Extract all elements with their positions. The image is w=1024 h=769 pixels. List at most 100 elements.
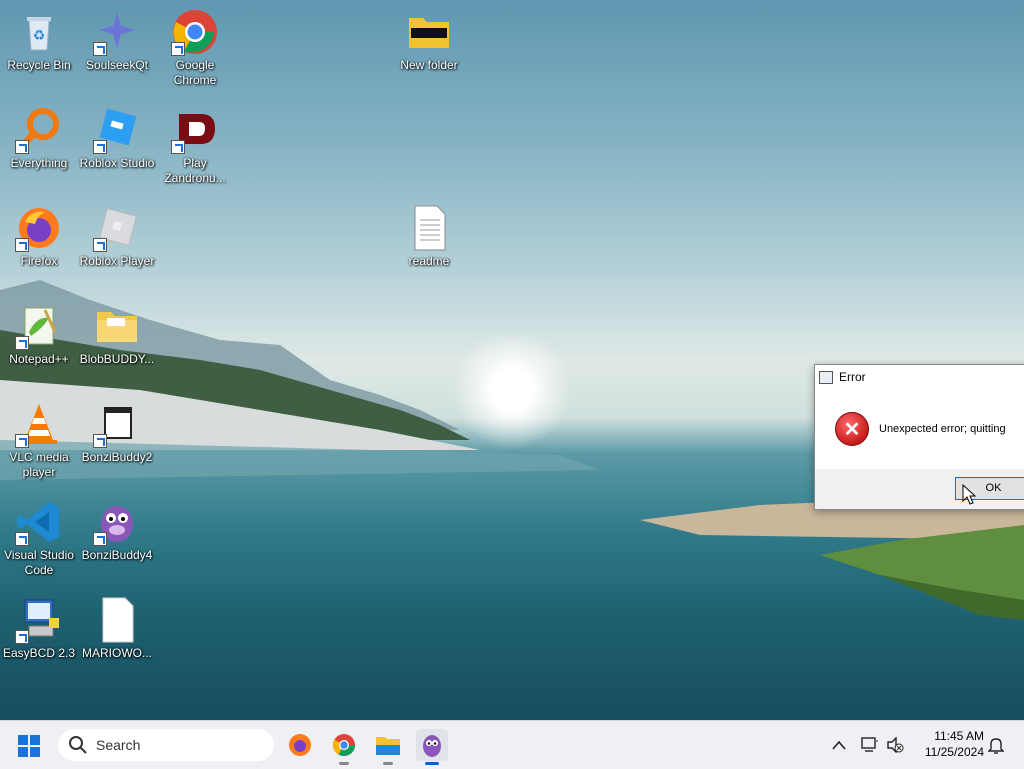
- icon-label: Firefox: [20, 254, 58, 268]
- desktop-icon-firefox[interactable]: Firefox: [0, 204, 78, 269]
- icon-label: Recycle Bin: [7, 58, 71, 72]
- bonzibuddy-icon: [423, 735, 441, 757]
- desktop-icon-roblox-studio[interactable]: Roblox Studio: [78, 106, 156, 171]
- desktop-icon-bonzibuddy4[interactable]: BonziBuddy4: [78, 498, 156, 563]
- desktop-icon-soulseekqt[interactable]: SoulseekQt: [78, 8, 156, 73]
- shortcut-arrow-icon: [93, 238, 107, 252]
- start-icon: [30, 747, 40, 757]
- everything-search-icon: [15, 106, 63, 154]
- shortcut-arrow-icon: [93, 434, 107, 448]
- firefox-icon: [15, 204, 63, 252]
- icon-label: BonziBuddy4: [81, 548, 153, 562]
- error-icon: ✕: [835, 412, 869, 446]
- icon-label: BlobBUDDY...: [79, 352, 155, 366]
- window-app-icon: [93, 400, 141, 448]
- desktop: ♻ Recycle Bin SoulseekQt Google Chrome N…: [0, 0, 1024, 720]
- roblox-studio-icon: [93, 106, 141, 154]
- desktop-icon-bonzibuddy2[interactable]: BonziBuddy2: [78, 400, 156, 465]
- chrome-icon: [333, 734, 355, 756]
- notification-bell-icon[interactable]: [988, 736, 1004, 754]
- sun-glow: [452, 330, 572, 450]
- shortcut-arrow-icon: [93, 140, 107, 154]
- notepadpp-icon: [15, 302, 63, 350]
- error-dialog: Error ✕ Unexpected error; quitting OK: [814, 364, 1024, 510]
- dialog-message: Unexpected error; quitting: [879, 423, 1006, 435]
- shortcut-arrow-icon: [15, 140, 29, 154]
- firefox-icon: [289, 734, 311, 756]
- desktop-icon-easybcd[interactable]: EasyBCD 2.3: [0, 596, 78, 661]
- running-indicator: [339, 762, 349, 765]
- icon-label: SoulseekQt: [85, 58, 149, 72]
- folder-icon: [93, 302, 141, 350]
- start-button[interactable]: [18, 735, 42, 759]
- shortcut-arrow-icon: [171, 42, 185, 56]
- window-icon: [819, 370, 833, 384]
- taskbar-app-chrome[interactable]: [328, 729, 360, 765]
- chrome-icon: [171, 8, 219, 56]
- desktop-icon-mariowo[interactable]: MARIOWO...: [78, 596, 156, 661]
- mouse-cursor-icon: [962, 484, 976, 505]
- bonzibuddy-icon: [93, 498, 141, 546]
- desktop-icon-everything[interactable]: Everything: [0, 106, 78, 171]
- search-icon: [69, 736, 87, 754]
- shortcut-arrow-icon: [15, 336, 29, 350]
- zandronum-icon: [171, 106, 219, 154]
- taskbar-app-firefox[interactable]: [284, 729, 316, 761]
- desktop-icon-new-folder[interactable]: New folder: [390, 8, 468, 73]
- desktop-icon-google-chrome[interactable]: Google Chrome: [156, 8, 234, 88]
- taskbar-app-file-explorer[interactable]: [372, 729, 404, 765]
- icon-label: Play Zandronu...: [164, 156, 226, 185]
- text-document-icon: [405, 204, 453, 252]
- shortcut-arrow-icon: [15, 630, 29, 644]
- icon-label: MARIOWO...: [82, 646, 152, 660]
- vlc-cone-icon: [15, 400, 63, 448]
- active-indicator: [425, 762, 439, 765]
- clock[interactable]: 11:45 AM 11/25/2024: [918, 729, 984, 759]
- icon-label: Roblox Studio: [79, 156, 155, 170]
- search-box[interactable]: Search: [58, 729, 274, 761]
- file-explorer-icon: [376, 737, 400, 755]
- desktop-icon-roblox-player[interactable]: Roblox Player: [78, 204, 156, 269]
- blank-file-icon: [93, 596, 141, 644]
- icon-label: Notepad++: [9, 352, 69, 366]
- easybcd-icon: [15, 596, 63, 644]
- clock-date: 11/25/2024: [924, 745, 984, 759]
- dialog-body: ✕ Unexpected error; quitting: [815, 389, 1024, 469]
- icon-label: readme: [408, 254, 450, 268]
- roblox-player-icon: [93, 204, 141, 252]
- icon-label: Roblox Player: [79, 254, 155, 268]
- desktop-icon-play-zandronum[interactable]: Play Zandronu...: [156, 106, 234, 186]
- shortcut-arrow-icon: [93, 532, 107, 546]
- chevron-up-icon[interactable]: [832, 740, 846, 750]
- taskbar-app-bonzibuddy[interactable]: [416, 729, 448, 765]
- shortcut-arrow-icon: [171, 140, 185, 154]
- start-icon: [18, 747, 28, 757]
- start-icon: [30, 735, 40, 745]
- icon-label: BonziBuddy2: [81, 450, 153, 464]
- search-placeholder: Search: [96, 737, 141, 753]
- desktop-icon-readme[interactable]: readme: [390, 204, 468, 269]
- desktop-icon-blobbuddy[interactable]: BlobBUDDY...: [78, 302, 156, 367]
- recycle-bin-icon: ♻: [15, 8, 63, 56]
- desktop-icon-vscode[interactable]: Visual Studio Code: [0, 498, 78, 578]
- network-icon[interactable]: [861, 737, 879, 753]
- icon-label: New folder: [400, 58, 458, 72]
- folder-icon: [405, 8, 453, 56]
- shortcut-arrow-icon: [15, 238, 29, 252]
- desktop-icon-notepadpp[interactable]: Notepad++: [0, 302, 78, 367]
- soulseekqt-icon: [93, 8, 141, 56]
- icon-label: Everything: [10, 156, 68, 170]
- desktop-icon-recycle-bin[interactable]: ♻ Recycle Bin: [0, 8, 78, 73]
- running-indicator: [383, 762, 393, 765]
- shortcut-arrow-icon: [15, 434, 29, 448]
- icon-label: Google Chrome: [173, 58, 217, 87]
- desktop-icon-vlc[interactable]: VLC media player: [0, 400, 78, 480]
- dialog-titlebar[interactable]: Error: [815, 365, 1024, 389]
- icon-label: VLC media player: [9, 450, 69, 479]
- dialog-title: Error: [839, 370, 866, 384]
- icon-label: Visual Studio Code: [4, 548, 74, 577]
- shortcut-arrow-icon: [15, 532, 29, 546]
- icon-label: EasyBCD 2.3: [2, 646, 76, 660]
- volume-muted-icon[interactable]: [886, 737, 904, 753]
- shortcut-arrow-icon: [93, 42, 107, 56]
